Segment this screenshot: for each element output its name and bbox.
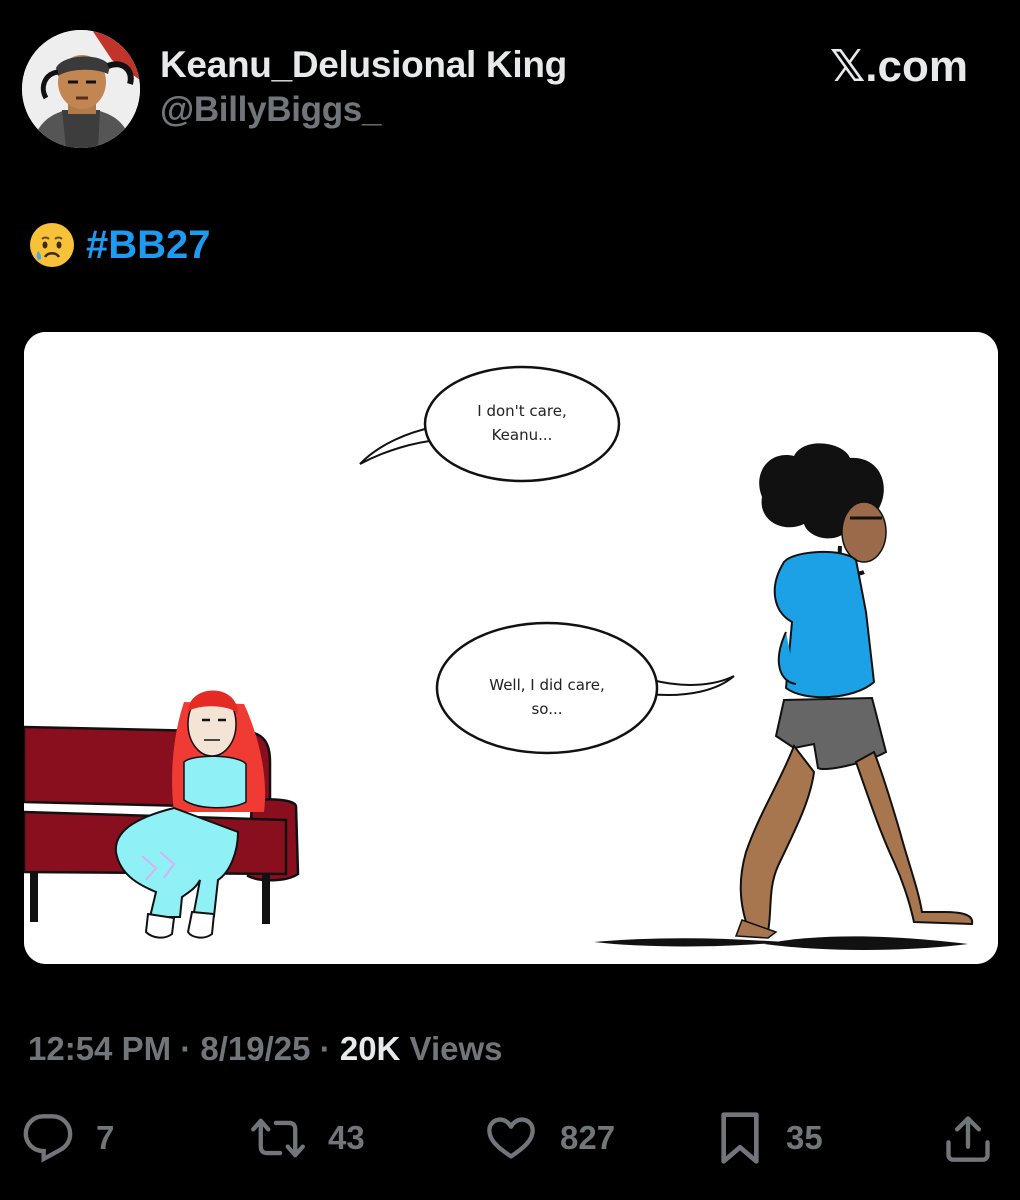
crying-face-icon: [30, 223, 74, 267]
post-screenshot: Keanu_Delusional King @BillyBiggs_ 𝕏.com…: [0, 0, 1020, 1200]
avatar[interactable]: [22, 30, 140, 148]
post-meta: 12:54 PM · 8/19/25 · 20K Views: [28, 1028, 503, 1070]
views-label: Views: [400, 1030, 503, 1067]
meta-separator-1: ·: [171, 1030, 201, 1067]
post-media[interactable]: I don't care, Keanu... Well, I did care,…: [24, 332, 998, 964]
post-text: #BB27: [28, 220, 211, 270]
like-count: 827: [560, 1119, 616, 1156]
bookmark-button[interactable]: 35: [716, 1108, 823, 1168]
repost-button[interactable]: 43: [250, 1108, 365, 1168]
author-display-name[interactable]: Keanu_Delusional King: [160, 42, 567, 88]
bubble-top-line-2: Keanu...: [492, 426, 553, 444]
action-bar: 7 43 827 35: [22, 1108, 998, 1168]
share-icon: [946, 1116, 990, 1162]
repost-icon: [251, 1118, 305, 1158]
like-button[interactable]: 827: [484, 1108, 615, 1168]
meta-separator-2: ·: [310, 1030, 340, 1067]
author-handle[interactable]: @BillyBiggs_: [160, 88, 567, 132]
share-button[interactable]: [942, 1108, 994, 1168]
post-time[interactable]: 12:54 PM: [28, 1030, 171, 1067]
repost-count: 43: [328, 1119, 365, 1156]
views-count[interactable]: 20K: [340, 1030, 401, 1067]
bubble-bottom-line-1: Well, I did care,: [489, 676, 605, 694]
source-brand: 𝕏.com: [829, 42, 968, 91]
avatar-image: [22, 30, 140, 148]
bookmark-icon: [721, 1112, 759, 1164]
post-date[interactable]: 8/19/25: [200, 1030, 310, 1067]
reply-count: 7: [96, 1119, 115, 1156]
post-header: Keanu_Delusional King @BillyBiggs_ 𝕏.com: [22, 30, 998, 150]
reply-button[interactable]: 7: [22, 1108, 114, 1168]
bookmark-count: 35: [786, 1119, 823, 1156]
author-names: Keanu_Delusional King @BillyBiggs_: [160, 42, 567, 132]
reply-icon: [23, 1114, 73, 1163]
comic-image: I don't care, Keanu... Well, I did care,…: [24, 332, 998, 964]
hashtag-link[interactable]: #BB27: [86, 223, 211, 268]
bubble-top-line-1: I don't care,: [477, 402, 566, 420]
like-icon: [487, 1117, 535, 1159]
bubble-bottom-line-2: so...: [531, 700, 562, 718]
